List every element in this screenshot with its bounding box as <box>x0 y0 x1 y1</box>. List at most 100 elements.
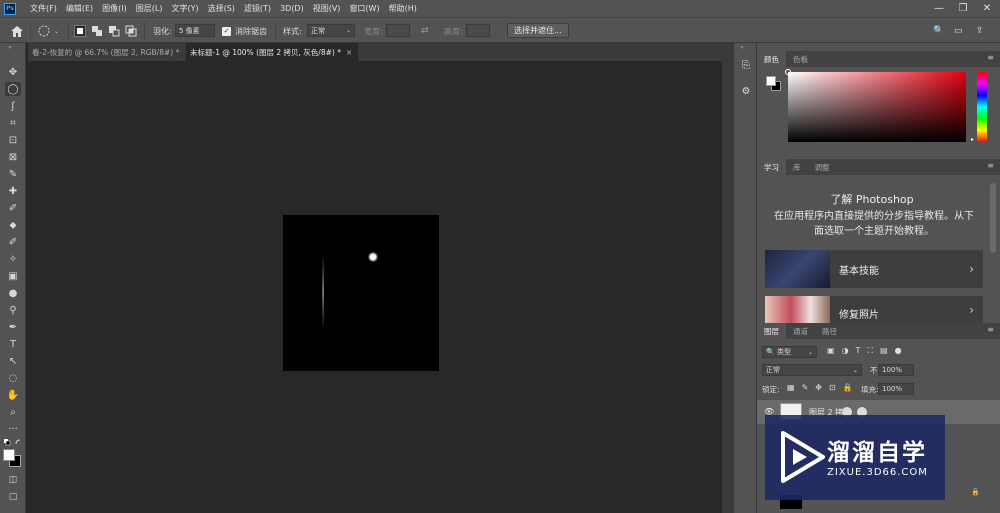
pixel-filter-icon[interactable]: ▣ <box>827 346 835 356</box>
home-icon[interactable] <box>9 24 25 38</box>
tab-learn[interactable]: 学习 <box>757 159 786 175</box>
menu-help[interactable]: 帮助(H) <box>389 3 417 14</box>
panel-dock-divider[interactable] <box>722 43 733 513</box>
opacity-input[interactable]: 100% <box>878 364 914 376</box>
select-and-mask-button[interactable]: 选择并遮住... <box>507 22 569 38</box>
path-selection-tool-icon[interactable]: ↖ <box>5 354 21 368</box>
close-window-button[interactable]: ✕ <box>980 3 994 14</box>
minimize-button[interactable]: — <box>932 3 946 14</box>
color-picker-cursor[interactable] <box>785 69 791 75</box>
menu-view[interactable]: 视图(V) <box>313 3 341 14</box>
adjustment-filter-icon[interactable]: ◑ <box>842 346 849 356</box>
pen-tool-icon[interactable]: ✒ <box>5 320 21 334</box>
clone-stamp-tool-icon[interactable]: ⬥ <box>5 218 21 232</box>
menu-select[interactable]: 选择(S) <box>208 3 235 14</box>
tab-adjustments[interactable]: 调整 <box>808 159 837 175</box>
default-colors-icon[interactable] <box>3 438 23 446</box>
menu-3d[interactable]: 3D(D) <box>280 4 304 13</box>
tab-color[interactable]: 颜色 <box>757 51 786 67</box>
dodge-tool-icon[interactable]: ⚲ <box>5 303 21 317</box>
hue-slider[interactable] <box>977 72 987 142</box>
menu-filter[interactable]: 滤镜(T) <box>244 3 271 14</box>
add-selection-icon[interactable] <box>91 25 103 37</box>
move-tool-icon[interactable]: ✥ <box>5 65 21 79</box>
edit-toolbar-icon[interactable]: ··· <box>5 422 21 436</box>
expand-panels-icon[interactable]: « <box>740 44 744 51</box>
new-selection-icon[interactable] <box>74 25 86 37</box>
frame-tool-icon[interactable]: ⊠ <box>5 150 21 164</box>
blend-mode-select[interactable]: 正常 ⌄ <box>762 364 862 376</box>
workspace-icon[interactable]: ▭ <box>954 24 963 38</box>
tab-libraries[interactable]: 库 <box>786 159 808 175</box>
panel-menu-icon[interactable]: ≡ <box>987 161 994 170</box>
swap-dimensions-icon[interactable]: ⇄ <box>421 24 429 38</box>
blur-tool-icon[interactable]: ● <box>5 286 21 300</box>
intersect-selection-icon[interactable] <box>125 25 137 37</box>
history-brush-tool-icon[interactable]: ✐ <box>5 235 21 249</box>
filter-toggle-icon[interactable]: ● <box>895 346 902 356</box>
learn-card-fix-photos[interactable]: 修复照片 › <box>765 296 983 323</box>
antialias-checkbox-group[interactable]: ✓ 消除锯齿 <box>222 24 267 38</box>
lock-all-icon[interactable]: 🔒 <box>843 383 853 392</box>
checkbox-checked-icon[interactable]: ✓ <box>222 26 231 36</box>
eraser-tool-icon[interactable]: ✧ <box>5 252 21 266</box>
menu-type[interactable]: 文字(Y) <box>171 3 198 14</box>
type-filter-icon[interactable]: T <box>856 346 861 356</box>
elliptical-marquee-tool-icon[interactable]: ◯ <box>5 82 21 96</box>
lock-pixels-icon[interactable]: ✎ <box>802 383 809 392</box>
quick-mask-icon[interactable]: ◫ <box>5 473 21 487</box>
menu-image[interactable]: 图像(I) <box>102 3 127 14</box>
subtract-selection-icon[interactable] <box>108 25 120 37</box>
zoom-tool-icon[interactable]: ⌕ <box>5 405 21 419</box>
tab-document-1[interactable]: 看-2-恢复的 @ 66.7% (图层 2, RGB/8#) * × <box>28 43 183 61</box>
learn-card-basic-skills[interactable]: 基本技能 › <box>765 250 983 288</box>
learn-scrollbar[interactable] <box>990 183 996 253</box>
quick-selection-tool-icon[interactable]: ⌗ <box>5 116 21 130</box>
menu-window[interactable]: 窗口(W) <box>349 3 379 14</box>
tool-preset-picker[interactable]: ⌄ <box>38 24 64 38</box>
feather-input[interactable]: 5 像素 <box>175 24 215 37</box>
width-input[interactable] <box>386 24 410 37</box>
brush-tool-icon[interactable]: ✐ <box>5 201 21 215</box>
tab-layers[interactable]: 图层 <box>757 323 786 339</box>
history-panel-icon[interactable]: ⎘ <box>738 57 754 73</box>
healing-brush-tool-icon[interactable]: ✚ <box>5 184 21 198</box>
tab-document-2[interactable]: 未标题-1 @ 100% (图层 2 拷贝, 灰色/8#) * × <box>186 43 358 61</box>
eyedropper-tool-icon[interactable]: ✎ <box>5 167 21 181</box>
tab-channels[interactable]: 通道 <box>786 323 815 339</box>
lock-position-icon[interactable]: ✥ <box>815 383 822 392</box>
menu-file[interactable]: 文件(F) <box>30 3 57 14</box>
style-select[interactable]: 正常 ⌄ <box>307 24 355 37</box>
tab-paths[interactable]: 路径 <box>815 323 844 339</box>
panel-menu-icon[interactable]: ≡ <box>987 53 994 62</box>
menu-layer[interactable]: 图层(L) <box>136 3 163 14</box>
shape-filter-icon[interactable]: ⛶ <box>867 346 873 356</box>
properties-panel-icon[interactable]: ⚙ <box>738 83 754 99</box>
smart-object-filter-icon[interactable]: ▤ <box>880 346 888 356</box>
height-input[interactable] <box>466 24 490 37</box>
type-tool-icon[interactable]: T <box>5 337 21 351</box>
close-icon[interactable]: × <box>346 48 352 57</box>
crop-tool-icon[interactable]: ⊡ <box>5 133 21 147</box>
gradient-tool-icon[interactable]: ▣ <box>5 269 21 283</box>
lock-artboard-icon[interactable]: ⊡ <box>829 383 836 392</box>
collapse-toolbar-icon[interactable]: » <box>8 44 12 51</box>
hand-tool-icon[interactable]: ✋ <box>5 388 21 402</box>
hue-slider-handle[interactable]: ▸ <box>971 136 974 143</box>
ellipse-tool-icon[interactable]: ◌ <box>5 371 21 385</box>
lock-transparency-icon[interactable]: ▦ <box>787 383 795 392</box>
menu-edit[interactable]: 编辑(E) <box>66 3 93 14</box>
restore-button[interactable]: ❐ <box>956 3 970 14</box>
tab-swatches[interactable]: 色板 <box>786 51 815 67</box>
photoshop-logo[interactable]: Ps <box>4 2 16 15</box>
color-picker-field[interactable] <box>785 69 966 142</box>
foreground-color-swatch[interactable] <box>3 449 15 461</box>
lasso-tool-icon[interactable]: ʃ <box>5 99 21 113</box>
document-canvas[interactable] <box>283 215 439 371</box>
panel-menu-icon[interactable]: ≡ <box>987 325 994 334</box>
search-icon[interactable]: 🔍 <box>933 24 944 38</box>
share-icon[interactable]: ⇪ <box>976 24 984 38</box>
layer-filter-select[interactable]: 🔍 类型 ⌄ <box>762 346 817 358</box>
screen-mode-icon[interactable]: ▢ <box>5 490 21 504</box>
fill-input[interactable]: 100% <box>878 383 914 395</box>
